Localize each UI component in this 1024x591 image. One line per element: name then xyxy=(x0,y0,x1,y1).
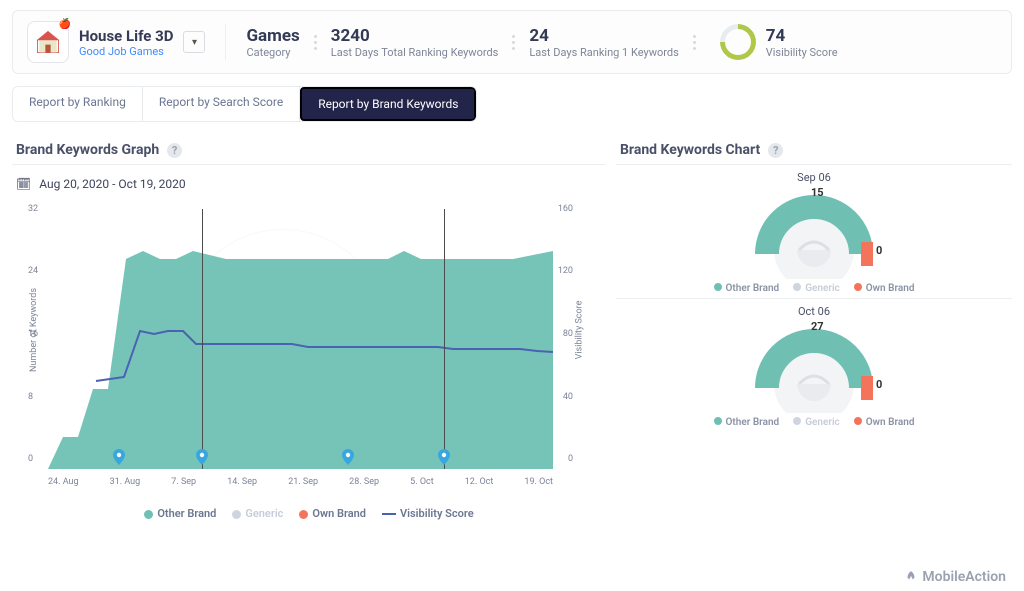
panel-brand-graph: Brand Keywords Graph ? 🗓 Aug 20, 2020 - … xyxy=(12,132,606,526)
help-icon[interactable]: ? xyxy=(167,143,182,158)
app-title: House Life 3D xyxy=(79,27,173,45)
legend-own-brand[interactable]: Own Brand xyxy=(299,507,366,520)
pin-icon[interactable] xyxy=(196,449,208,469)
pin-icon[interactable] xyxy=(342,449,354,469)
section-title-graph: Brand Keywords Graph ? xyxy=(12,132,606,165)
donut-legend: Other Brand Generic Own Brand xyxy=(616,283,1012,294)
section-title-chart: Brand Keywords Chart ? xyxy=(616,132,1012,165)
legend-visibility[interactable]: Visibility Score xyxy=(382,507,474,520)
vertical-marker xyxy=(202,209,203,469)
tab-search-score[interactable]: Report by Search Score xyxy=(143,87,300,121)
brand-keywords-chart[interactable]: Number of Keywords Visibility Score 32 2… xyxy=(18,199,583,499)
stat-rank1-keywords: 24 Last Days Ranking 1 Keywords xyxy=(529,26,678,59)
drag-handle-icon xyxy=(314,35,317,50)
report-tabs: Report by Ranking Report by Search Score… xyxy=(12,86,477,122)
area-series xyxy=(48,209,553,469)
chart-legend: Other Brand Generic Own Brand Visibility… xyxy=(12,499,606,526)
drag-handle-icon xyxy=(512,35,515,50)
pin-icon[interactable] xyxy=(113,449,125,469)
vertical-marker xyxy=(444,209,445,469)
footer-brand[interactable]: MobileAction xyxy=(904,569,1006,585)
stat-category: Games Category xyxy=(246,26,299,59)
pin-icon[interactable] xyxy=(438,449,450,469)
stat-visibility: 74 Visibility Score xyxy=(720,24,838,60)
donut-chart[interactable]: 15 0 xyxy=(729,184,899,279)
donut-oct06: Oct 06 27 0 Other Brand Generic Own Bran… xyxy=(616,299,1012,432)
donut-chart[interactable]: 27 0 xyxy=(729,318,899,413)
platform-badge-icon: 🍎 xyxy=(59,19,71,30)
brand-rocket-icon xyxy=(904,570,918,584)
app-info: 🍎 House Life 3D Good Job Games ▾ xyxy=(27,21,205,63)
header-card: 🍎 House Life 3D Good Job Games ▾ Games C… xyxy=(12,10,1012,74)
calendar-icon: 🗓 xyxy=(16,177,31,191)
app-icon: 🍎 xyxy=(27,21,69,63)
donut-legend: Other Brand Generic Own Brand xyxy=(616,417,1012,428)
legend-generic[interactable]: Generic xyxy=(232,507,283,520)
panel-brand-chart: Brand Keywords Chart ? Sep 06 15 0 Other… xyxy=(616,132,1012,526)
tab-ranking[interactable]: Report by Ranking xyxy=(13,87,143,121)
visibility-ring-icon xyxy=(712,17,763,68)
plot-surface xyxy=(48,209,553,469)
y-axis-right-label: Visibility Score xyxy=(575,301,585,360)
app-select-dropdown[interactable]: ▾ xyxy=(183,31,205,53)
date-range-picker[interactable]: 🗓 Aug 20, 2020 - Oct 19, 2020 xyxy=(12,165,606,195)
developer-link[interactable]: Good Job Games xyxy=(79,45,173,58)
drag-handle-icon xyxy=(693,35,696,50)
tab-brand-keywords[interactable]: Report by Brand Keywords xyxy=(300,87,476,121)
x-axis-ticks: 24. Aug 31. Aug 7. Sep 14. Sep 21. Sep 2… xyxy=(48,477,553,487)
legend-other-brand[interactable]: Other Brand xyxy=(144,507,216,520)
donut-sep06: Sep 06 15 0 Other Brand Generic Own Bran… xyxy=(616,165,1012,299)
separator xyxy=(225,24,226,60)
content-columns: Brand Keywords Graph ? 🗓 Aug 20, 2020 - … xyxy=(12,132,1012,526)
help-icon[interactable]: ? xyxy=(768,143,783,158)
stat-total-keywords: 3240 Last Days Total Ranking Keywords xyxy=(331,26,499,59)
